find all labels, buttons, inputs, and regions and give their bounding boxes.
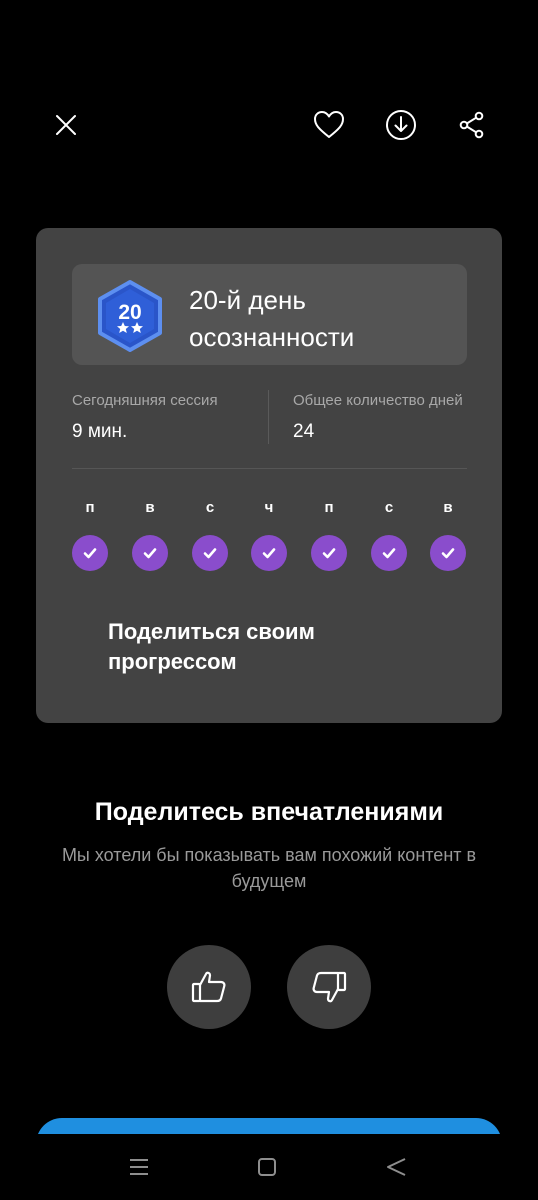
weekday-letter: ч bbox=[264, 499, 274, 516]
badge-number: 20 bbox=[118, 301, 141, 324]
weekday-2: в bbox=[132, 498, 168, 571]
close-button[interactable] bbox=[42, 101, 90, 149]
weekday-letter: п bbox=[85, 499, 95, 516]
stat-today: Сегодняшняя сессия 9 мин. bbox=[72, 392, 218, 443]
dislike-button[interactable] bbox=[287, 945, 371, 1029]
share-button[interactable] bbox=[448, 101, 496, 149]
close-icon bbox=[56, 115, 76, 135]
download-icon bbox=[386, 110, 416, 140]
weekday-7: в bbox=[430, 498, 466, 571]
stat-total-days: Общее количество дней 24 bbox=[293, 392, 463, 443]
favorite-button[interactable] bbox=[305, 101, 353, 149]
home-icon bbox=[258, 1158, 276, 1176]
check-icon bbox=[430, 535, 466, 571]
heart-icon bbox=[314, 111, 344, 138]
weekday-6: с bbox=[371, 498, 407, 571]
check-icon bbox=[132, 535, 168, 571]
weekday-letter: с bbox=[384, 499, 394, 516]
thumbs-up-icon bbox=[191, 971, 226, 1003]
badge-hexagon-icon: 20 bbox=[94, 279, 166, 353]
stat-total-label: Общее количество дней bbox=[293, 392, 463, 409]
system-navigation-bar bbox=[0, 1134, 538, 1200]
achievement-banner: 20 20-й день осознанности bbox=[72, 264, 467, 365]
like-button[interactable] bbox=[167, 945, 251, 1029]
stat-total-value: 24 bbox=[293, 421, 315, 442]
recent-apps-icon bbox=[130, 1159, 148, 1175]
divider bbox=[72, 468, 467, 469]
stat-divider bbox=[268, 390, 269, 444]
feedback-title: Поделитесь впечатлениями bbox=[94, 798, 444, 826]
weekday-letter: п bbox=[324, 499, 334, 516]
stat-today-value: 9 мин. bbox=[72, 421, 128, 442]
share-progress-button[interactable]: Поделиться своим прогрессом bbox=[108, 617, 368, 677]
share-icon bbox=[459, 111, 484, 139]
thumbs-down-icon bbox=[312, 971, 347, 1003]
back-button[interactable] bbox=[372, 1143, 420, 1191]
weekday-letter: с bbox=[205, 499, 215, 516]
weekday-letter: в bbox=[443, 499, 453, 516]
progress-card: 20 20-й день осознанности Сегодняшняя се… bbox=[36, 228, 502, 723]
recent-apps-button[interactable] bbox=[115, 1143, 163, 1191]
achievement-title: 20-й день осознанности bbox=[189, 285, 355, 352]
stat-today-label: Сегодняшняя сессия bbox=[72, 392, 218, 409]
check-icon bbox=[311, 535, 347, 571]
check-icon bbox=[192, 535, 228, 571]
weekday-1: п bbox=[72, 498, 108, 571]
back-icon bbox=[387, 1158, 406, 1176]
check-icon bbox=[251, 535, 287, 571]
check-icon bbox=[72, 535, 108, 571]
feedback-subtitle: Мы хотели бы показывать вам похожий конт… bbox=[61, 845, 477, 891]
download-button[interactable] bbox=[377, 101, 425, 149]
weekday-5: п bbox=[311, 498, 347, 571]
weekday-3: с bbox=[192, 498, 228, 571]
weekday-4: ч bbox=[251, 498, 287, 571]
home-button[interactable] bbox=[243, 1143, 291, 1191]
check-icon bbox=[371, 535, 407, 571]
weekday-letter: в bbox=[145, 499, 155, 516]
